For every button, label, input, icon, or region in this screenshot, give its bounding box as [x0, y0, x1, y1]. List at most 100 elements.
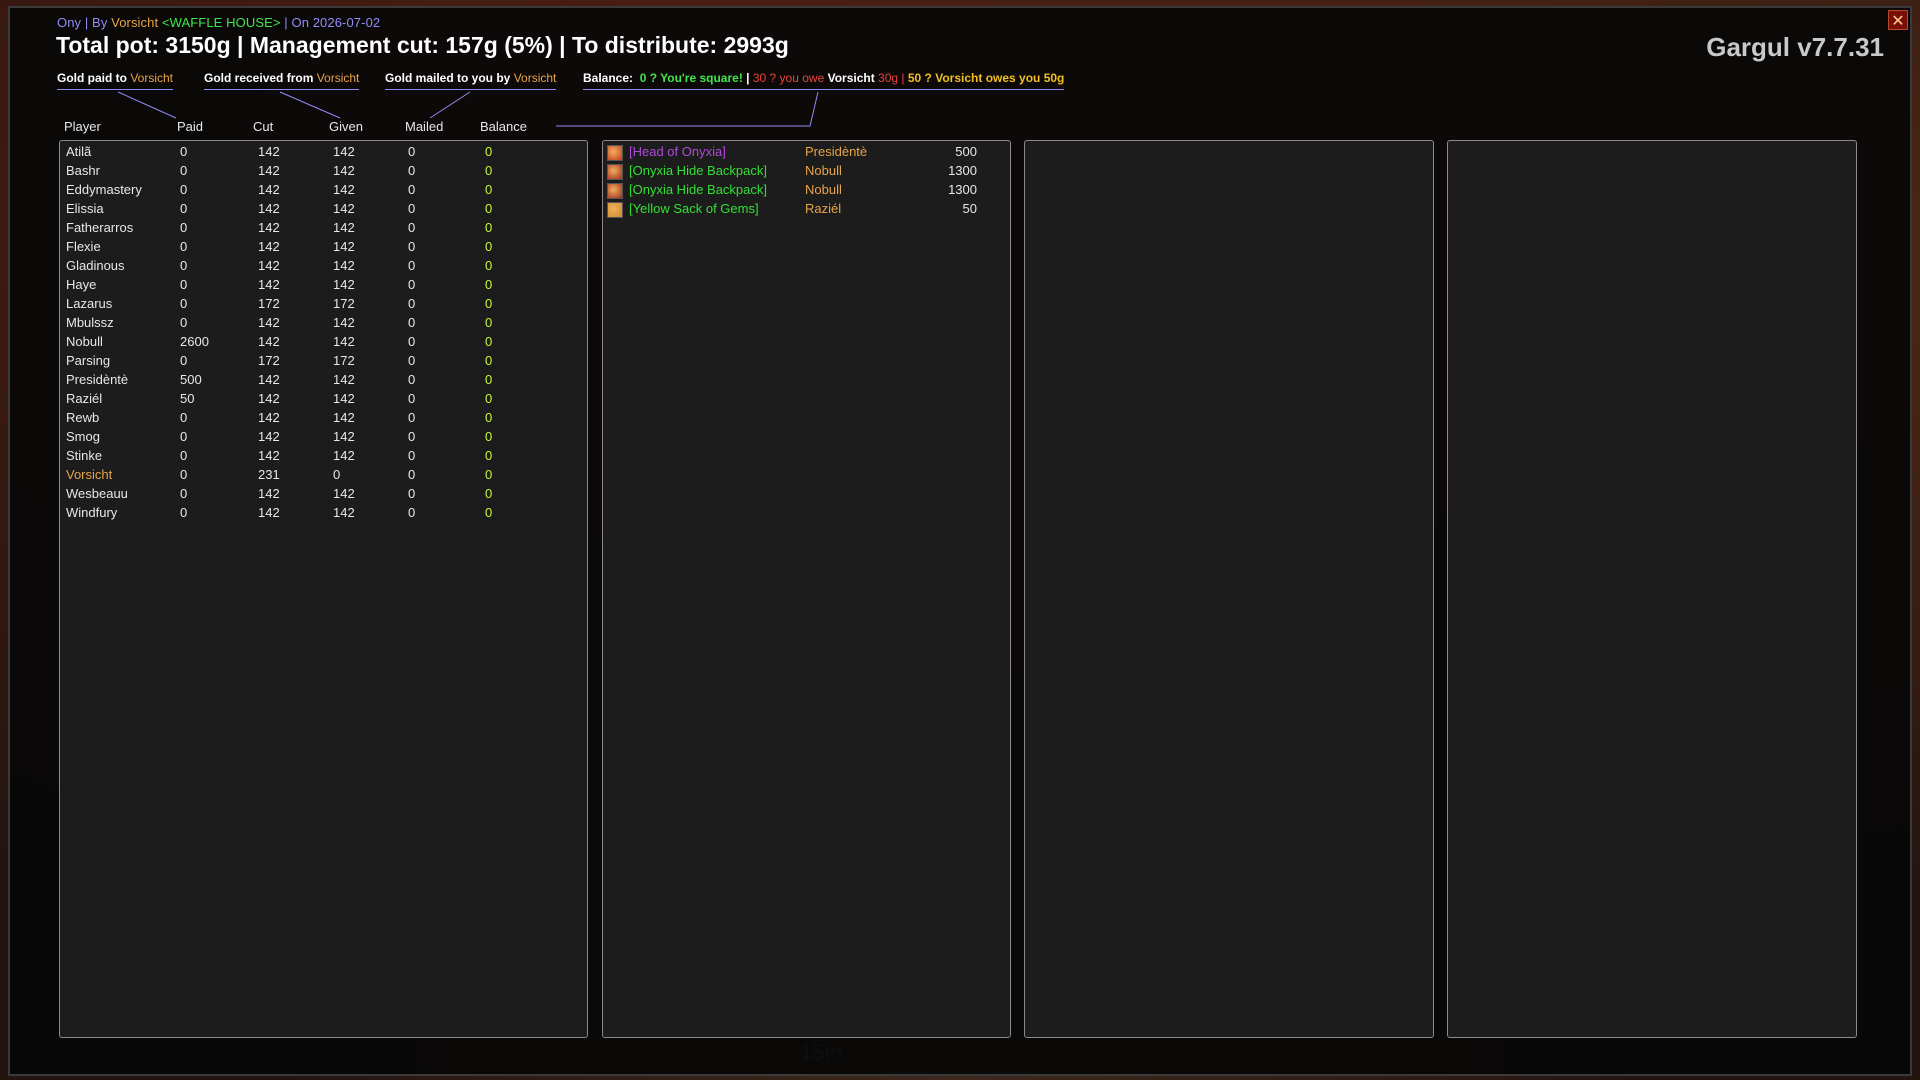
col-header-balance[interactable]: Balance: [480, 119, 527, 134]
player-mailed: 0: [408, 353, 416, 368]
table-row[interactable]: Mbulssz 0 142 142 0 0: [0, 315, 588, 334]
col-header-mailed[interactable]: Mailed: [405, 119, 443, 134]
col-header-cut[interactable]: Cut: [253, 119, 273, 134]
player-cut: 142: [258, 144, 280, 159]
raid-leader: Vorsicht: [111, 15, 159, 30]
player-given: 0: [333, 467, 341, 482]
player-name: Lazarus: [66, 296, 113, 311]
player-given: 142: [333, 258, 355, 273]
raid-name: Ony: [57, 15, 82, 30]
player-given: 142: [333, 486, 355, 501]
loot-item-link[interactable]: [Onyxia Hide Backpack]: [629, 163, 767, 178]
player-paid: 0: [180, 220, 188, 235]
legend-balance-label: Balance:: [583, 71, 634, 85]
player-mailed: 0: [408, 258, 416, 273]
player-balance: 0: [485, 448, 493, 463]
table-row[interactable]: Stinke 0 142 142 0 0: [0, 448, 588, 467]
player-balance: 0: [485, 505, 493, 520]
player-given: 142: [333, 429, 355, 444]
player-name: Rewb: [66, 410, 100, 425]
player-given: 142: [333, 448, 355, 463]
table-row[interactable]: Nobull 2600 142 142 0 0: [0, 334, 588, 353]
table-row[interactable]: Presidèntè 500 142 142 0 0: [0, 372, 588, 391]
legend-received-name: Vorsicht: [316, 71, 360, 85]
table-row[interactable]: Gladinous 0 142 142 0 0: [0, 258, 588, 277]
player-name: Presidèntè: [66, 372, 129, 387]
raid-date: | On 2026-07-02: [280, 15, 381, 30]
player-mailed: 0: [408, 429, 416, 444]
legend-balance: Balance: 0 ? You're square! | 30 ? you o…: [583, 71, 1065, 90]
player-given: 142: [333, 239, 355, 254]
loot-item-link[interactable]: [Yellow Sack of Gems]: [629, 201, 759, 216]
player-paid: 50: [180, 391, 195, 406]
player-cut: 142: [258, 315, 280, 330]
table-row[interactable]: Parsing 0 172 172 0 0: [0, 353, 588, 372]
table-row[interactable]: Elissia 0 142 142 0 0: [0, 201, 588, 220]
legend-paid-name: Vorsicht: [130, 71, 174, 85]
empty-panel-1: [1024, 140, 1434, 1038]
player-mailed: 0: [408, 239, 416, 254]
player-paid: 0: [180, 277, 188, 292]
loot-item-link[interactable]: [Head of Onyxia]: [629, 144, 726, 159]
table-row[interactable]: Lazarus 0 172 172 0 0: [0, 296, 588, 315]
table-row[interactable]: Raziél 50 142 142 0 0: [0, 391, 588, 410]
player-balance: 0: [485, 315, 493, 330]
player-paid: 0: [180, 467, 188, 482]
player-name: Mbulssz: [66, 315, 114, 330]
table-row[interactable]: Windfury 0 142 142 0 0: [0, 505, 588, 524]
player-cut: 142: [258, 391, 280, 406]
player-given: 142: [333, 182, 355, 197]
addon-version: Gargul v7.7.31: [1706, 32, 1884, 62]
player-balance: 0: [485, 410, 493, 425]
table-row[interactable]: Rewb 0 142 142 0 0: [0, 410, 588, 429]
player-paid: 0: [180, 448, 188, 463]
table-row[interactable]: Atilã 0 142 142 0 0: [0, 144, 588, 163]
table-row[interactable]: Smog 0 142 142 0 0: [0, 429, 588, 448]
player-given: 142: [333, 391, 355, 406]
close-icon[interactable]: ✕: [1888, 10, 1908, 30]
loot-item-row[interactable]: [Yellow Sack of Gems] Raziél 50: [607, 201, 1007, 220]
player-mailed: 0: [408, 296, 416, 311]
player-name: Fatherarros: [66, 220, 134, 235]
player-name: Stinke: [66, 448, 103, 463]
player-balance: 0: [485, 201, 493, 216]
loot-item-link[interactable]: [Onyxia Hide Backpack]: [629, 182, 767, 197]
loot-item-row[interactable]: [Onyxia Hide Backpack] Nobull 1300: [607, 163, 1007, 182]
player-given: 142: [333, 277, 355, 292]
table-row[interactable]: Fatherarros 0 142 142 0 0: [0, 220, 588, 239]
player-given: 172: [333, 296, 355, 311]
table-row[interactable]: Vorsicht 0 231 0 0 0: [0, 467, 588, 486]
loot-item-row[interactable]: [Onyxia Hide Backpack] Nobull 1300: [607, 182, 1007, 201]
gem-sack-icon: [607, 202, 623, 218]
player-paid: 0: [180, 486, 188, 501]
player-given: 142: [333, 315, 355, 330]
loot-winner: Presidèntè: [805, 144, 868, 159]
player-cut: 142: [258, 372, 280, 387]
legend-owes-name: Vorsicht: [935, 71, 983, 85]
player-cut: 142: [258, 410, 280, 425]
col-header-paid[interactable]: Paid: [177, 119, 203, 134]
player-paid: 0: [180, 410, 188, 425]
player-given: 142: [333, 201, 355, 216]
player-name: Wesbeauu: [66, 486, 128, 501]
legend-owes-amount: owes you 50g: [982, 71, 1065, 85]
table-row[interactable]: Haye 0 142 142 0 0: [0, 277, 588, 296]
player-paid: 2600: [180, 334, 209, 349]
loot-item-row[interactable]: [Head of Onyxia] Presidèntè 500: [607, 144, 1007, 163]
player-mailed: 0: [408, 201, 416, 216]
player-mailed: 0: [408, 220, 416, 235]
col-header-player[interactable]: Player: [64, 119, 101, 134]
table-row[interactable]: Wesbeauu 0 142 142 0 0: [0, 486, 588, 505]
legend-owe-name: Vorsicht: [827, 71, 875, 85]
table-row[interactable]: Flexie 0 142 142 0 0: [0, 239, 588, 258]
onyxia-head-icon: [607, 145, 623, 161]
player-given: 142: [333, 220, 355, 235]
player-cut: 142: [258, 486, 280, 501]
player-given: 142: [333, 410, 355, 425]
player-given: 142: [333, 163, 355, 178]
table-row[interactable]: Bashr 0 142 142 0 0: [0, 163, 588, 182]
loot-price: 1300: [948, 182, 977, 197]
table-row[interactable]: Eddymastery 0 142 142 0 0: [0, 182, 588, 201]
col-header-given[interactable]: Given: [329, 119, 363, 134]
player-mailed: 0: [408, 182, 416, 197]
